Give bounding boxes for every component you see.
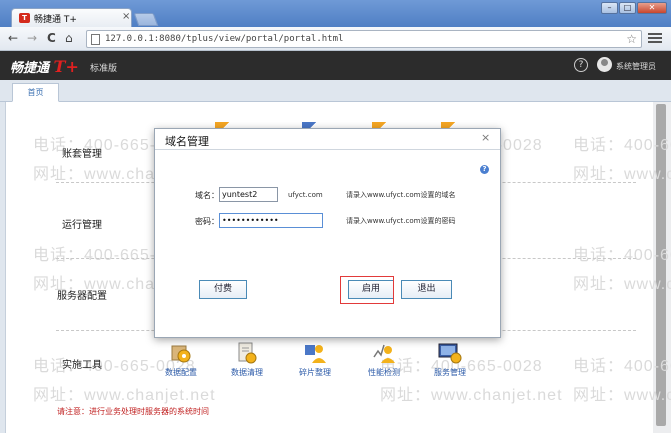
tool-service-management[interactable]: 服务管理	[429, 341, 471, 378]
watermark-phone: 电话：400-665-0028	[573, 137, 671, 154]
tab-close-icon[interactable]: ×	[122, 11, 130, 22]
section-server-config: 服务器配置	[57, 291, 107, 302]
tool-label: 碎片整理	[299, 368, 331, 377]
watermark-site: 网址：www.chanjet.net	[573, 276, 671, 293]
gear-data-icon	[169, 341, 193, 365]
app-logo: 畅捷通 T+	[10, 57, 79, 76]
tool-data-cleanup[interactable]: 数据清理	[226, 341, 268, 378]
dialog-title-divider	[155, 149, 500, 150]
document-gear-icon	[235, 341, 259, 365]
exit-button[interactable]: 退出	[401, 280, 452, 299]
logo-text: 畅捷通	[10, 61, 50, 76]
tool-data-config[interactable]: 数据配置	[160, 341, 202, 378]
tool-label: 数据配置	[165, 368, 197, 377]
browser-toolbar: ← → C ⌂ 127.0.0.1:8080/tplus/view/portal…	[0, 27, 671, 51]
username-label[interactable]: 系统管理员	[616, 61, 656, 72]
monitor-gear-icon	[438, 341, 462, 365]
tool-label: 服务管理	[434, 368, 466, 377]
new-tab-button[interactable]	[133, 13, 159, 26]
pay-button[interactable]: 付费	[199, 280, 247, 299]
dialog-close-icon[interactable]: ×	[481, 131, 490, 144]
watermark-site: 网址：www.chanjet.net	[33, 387, 216, 404]
maximize-button[interactable]: □	[619, 2, 636, 14]
tab-home[interactable]: 首页	[12, 83, 59, 102]
domain-input[interactable]: yuntest2	[219, 187, 278, 202]
minimize-button[interactable]: –	[601, 2, 618, 14]
bookmark-star-icon[interactable]: ☆	[626, 32, 637, 46]
app-favicon-icon: T	[19, 13, 30, 23]
user-avatar-icon[interactable]	[597, 57, 612, 72]
tool-label: 性能检测	[368, 368, 400, 377]
app-tab-strip: 首页	[0, 80, 671, 102]
password-label: 密码：	[195, 217, 219, 226]
edition-label: 标准版	[90, 64, 118, 74]
section-runtime-management: 运行管理	[62, 220, 102, 231]
puzzle-user-icon	[303, 341, 327, 365]
tool-defragment[interactable]: 碎片整理	[294, 341, 336, 378]
back-arrow-icon[interactable]: ←	[8, 31, 18, 45]
tool-performance-check[interactable]: 性能检测	[363, 341, 405, 378]
window-controls: – □ ✕	[601, 2, 667, 14]
password-input[interactable]: ••••••••••••	[219, 213, 323, 228]
tool-label: 数据清理	[231, 368, 263, 377]
system-time-notice: 请注意：进行业务处理时服务器的系统时间	[57, 407, 209, 416]
dialog-title: 域名管理	[165, 135, 209, 148]
logo-mark: T+	[53, 57, 79, 76]
help-icon[interactable]: ?	[574, 58, 588, 72]
password-hint: 请录入www.ufyct.com设置的密码	[346, 217, 456, 225]
app-header: 畅捷通 T+ 标准版 ? 系统管理员	[0, 51, 671, 80]
watermark-phone: 电话：400-665-0028	[573, 247, 671, 264]
page-icon	[91, 34, 100, 45]
browser-menu-icon[interactable]	[648, 31, 662, 45]
address-bar[interactable]: 127.0.0.1:8080/tplus/view/portal/portal.…	[86, 30, 642, 48]
enable-button-highlight	[340, 276, 394, 304]
chart-user-icon	[372, 341, 396, 365]
watermark-phone: 电话：400-665-0028	[573, 358, 671, 375]
domain-hint: 请录入www.ufyct.com设置的域名	[346, 191, 456, 199]
tab-title: 畅捷通 T+	[34, 15, 77, 25]
domain-suffix: ufyct.com	[288, 191, 323, 199]
section-implementation-tools: 实施工具	[62, 360, 102, 371]
watermark-site: 网址：www.chanjet.net	[380, 387, 563, 404]
section-account-management: 账套管理	[62, 149, 102, 160]
browser-titlebar: T 畅捷通 T+ × – □ ✕	[0, 0, 671, 27]
domain-management-dialog: 域名管理 × ? 域名： yuntest2 ufyct.com 请录入www.u…	[154, 128, 501, 338]
url-text[interactable]: 127.0.0.1:8080/tplus/view/portal/portal.…	[105, 34, 343, 44]
watermark-site: 网址：www.chanjet.net	[573, 166, 671, 183]
home-icon[interactable]: ⌂	[65, 31, 73, 45]
close-window-button[interactable]: ✕	[637, 2, 667, 14]
reload-icon[interactable]: C	[47, 31, 56, 45]
watermark-site: 网址：www.chanjet.net	[573, 387, 671, 404]
browser-tab[interactable]: T 畅捷通 T+ ×	[11, 8, 132, 27]
domain-label: 域名：	[195, 191, 219, 200]
forward-arrow-icon[interactable]: →	[27, 31, 37, 45]
dialog-help-icon[interactable]: ?	[480, 165, 489, 174]
